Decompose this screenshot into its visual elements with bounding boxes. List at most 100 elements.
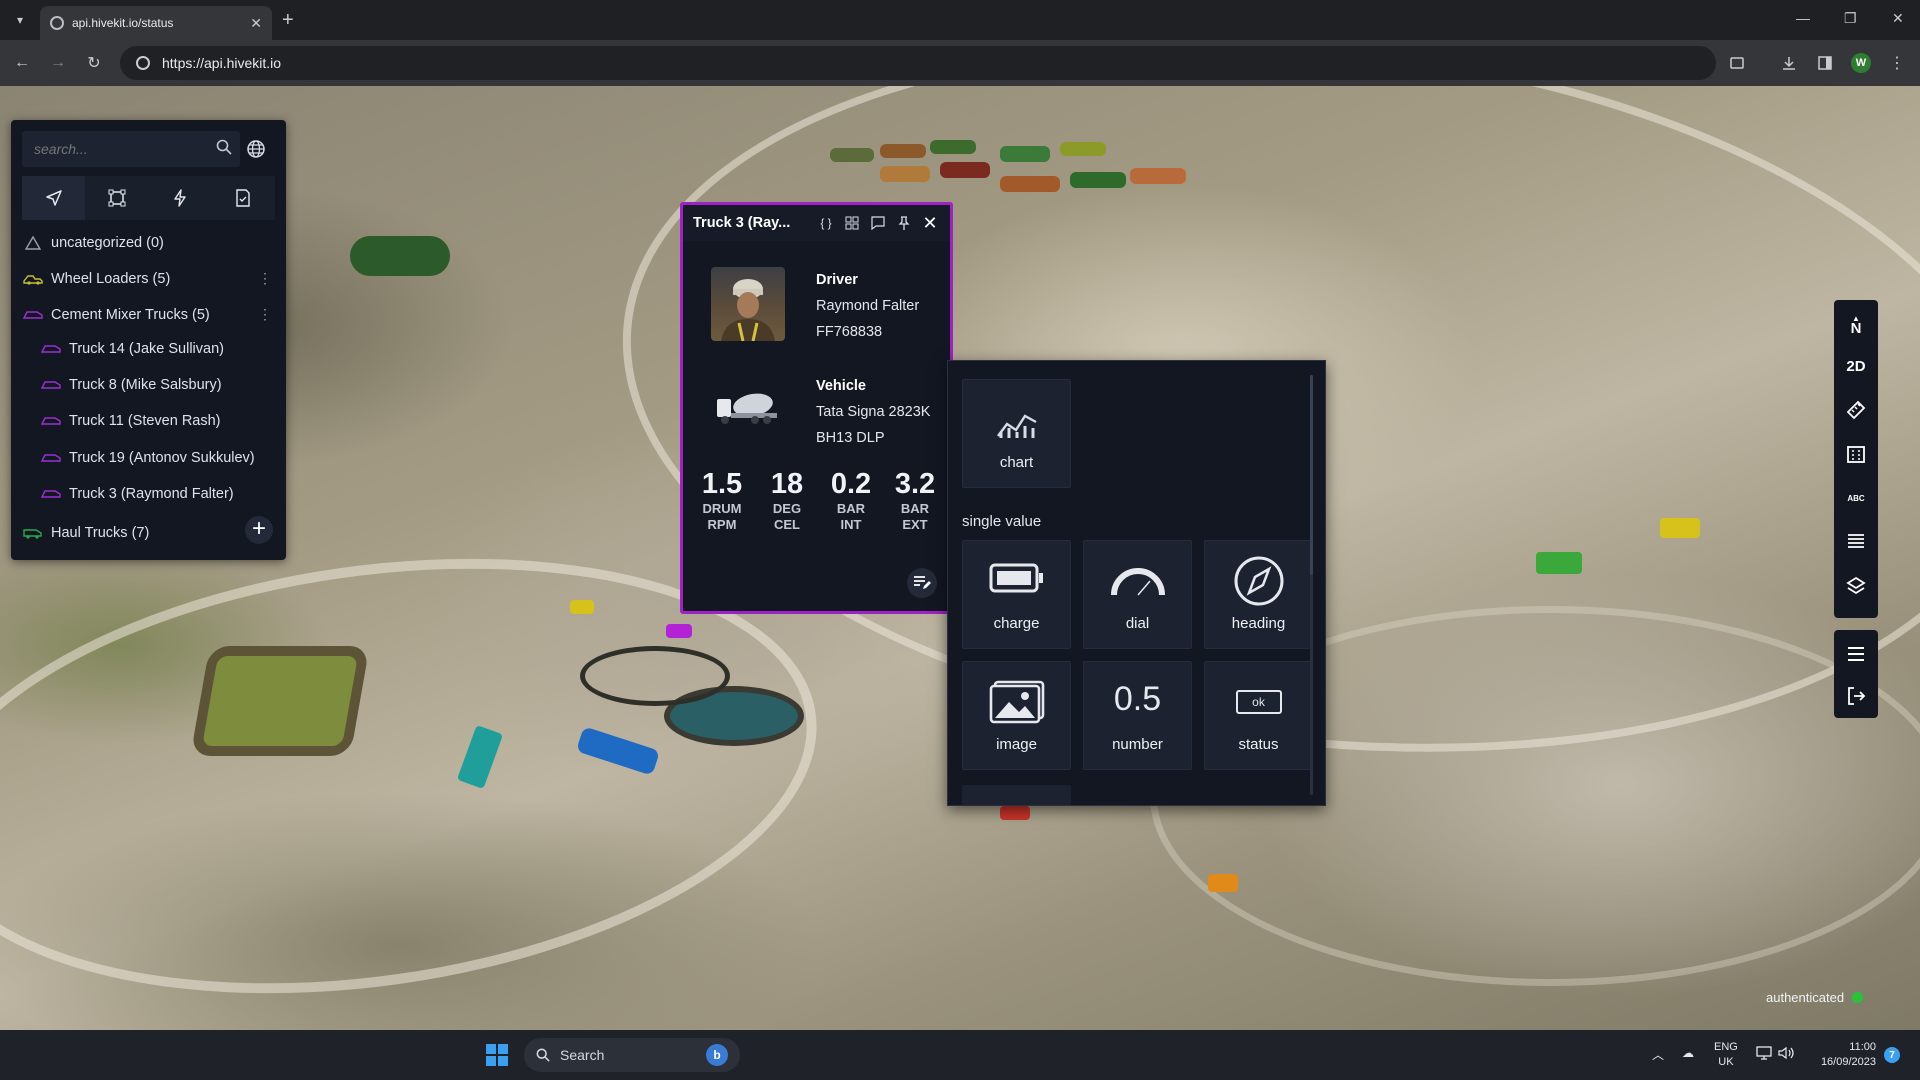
logout-button[interactable]: [1834, 678, 1878, 714]
picker-scrollbar[interactable]: [1310, 375, 1313, 795]
wheel-loader-marker[interactable]: [570, 600, 594, 614]
tree-group-wheel-loaders[interactable]: Wheel Loaders (5): [23, 264, 170, 294]
compass-icon: [1205, 556, 1312, 607]
grid-icon[interactable]: [842, 213, 862, 233]
close-tab-icon[interactable]: ✕: [250, 15, 262, 32]
side-panel-icon[interactable]: [1814, 52, 1836, 74]
onedrive-cloud-icon[interactable]: ☁: [1682, 1046, 1694, 1060]
tree-item-truck-3[interactable]: Truck 3 (Raymond Falter): [41, 479, 234, 509]
restore-window-icon[interactable]: ❐: [1844, 10, 1857, 27]
notification-badge[interactable]: 7: [1884, 1047, 1900, 1063]
message-icon[interactable]: [868, 213, 888, 233]
minimize-window-icon[interactable]: —: [1796, 10, 1810, 26]
tree-item-truck-11[interactable]: Truck 11 (Steven Rash): [41, 406, 221, 436]
labels-button[interactable]: ABC: [1834, 480, 1878, 516]
back-arrow-icon[interactable]: ←: [10, 51, 34, 75]
tab-tasks[interactable]: [211, 176, 275, 220]
north-compass-button[interactable]: ▲ N: [1834, 306, 1878, 342]
tree-item-label: Truck 3 (Raymond Falter): [69, 486, 234, 502]
haul-truck-marker[interactable]: [1536, 552, 1582, 574]
scrollbar-thumb[interactable]: [1310, 375, 1313, 575]
browser-tab-bar: ▾ api.hivekit.io/status ✕ + — ❐ ✕: [0, 0, 1920, 40]
forward-arrow-icon[interactable]: →: [46, 51, 70, 75]
language-indicator[interactable]: ENG UK: [1714, 1040, 1738, 1070]
widget-tile-chart[interactable]: chart: [962, 379, 1071, 488]
system-clock[interactable]: 11:00 16/09/2023: [1808, 1040, 1876, 1070]
widget-tile-status[interactable]: ok status: [1204, 661, 1313, 770]
reload-icon[interactable]: ↻: [82, 51, 106, 75]
bing-icon[interactable]: b: [706, 1044, 728, 1066]
battery-icon: [963, 563, 1070, 593]
tree-item-label: Truck 8 (Mike Salsbury): [69, 377, 222, 393]
driver-heading: Driver: [816, 272, 858, 288]
taskbar-search[interactable]: Search b: [524, 1038, 740, 1072]
globe-icon[interactable]: [243, 136, 269, 162]
line-chart-icon: [963, 402, 1070, 440]
measure-ruler-button[interactable]: [1834, 392, 1878, 428]
tree-item-label: Wheel Loaders (5): [51, 271, 171, 287]
vehicle-plate: BH13 DLP: [816, 430, 885, 446]
profile-avatar[interactable]: W: [1851, 53, 1871, 73]
tab-navigation[interactable]: [22, 176, 86, 220]
tab-list-chevron-icon[interactable]: ▾: [8, 8, 32, 32]
cement-mixer-menu-icon[interactable]: ⋮: [258, 306, 272, 323]
pin-icon[interactable]: [894, 213, 914, 233]
tab-areas[interactable]: [85, 176, 149, 220]
search-field[interactable]: [22, 131, 240, 167]
code-brackets-icon[interactable]: { }: [816, 213, 836, 233]
haul-truck-marker[interactable]: [1660, 518, 1700, 538]
list-view-button[interactable]: [1834, 524, 1878, 560]
taskbar-search-label: Search: [560, 1047, 605, 1063]
new-tab-plus-icon[interactable]: +: [282, 10, 294, 30]
wheel-loaders-menu-icon[interactable]: ⋮: [258, 270, 272, 287]
widget-tile-dial[interactable]: dial: [1083, 540, 1192, 649]
search-icon[interactable]: [216, 139, 232, 160]
tree-group-haul-trucks[interactable]: Haul Trucks (7): [23, 518, 149, 548]
windows-start-icon[interactable]: [486, 1044, 508, 1066]
browser-toolbar: ← → ↻ https://api.hivekit.io W ⋮: [0, 40, 1920, 86]
download-icon[interactable]: [1778, 52, 1800, 74]
widget-tile-charge[interactable]: charge: [962, 540, 1071, 649]
browser-tab[interactable]: api.hivekit.io/status ✕: [40, 6, 272, 40]
vehicle-model: Tata Signa 2823K: [816, 404, 931, 420]
gauge-icon: [1084, 563, 1191, 597]
volume-icon[interactable]: [1778, 1046, 1794, 1063]
metric-unit: INT: [840, 517, 862, 532]
network-icon[interactable]: [1756, 1046, 1772, 1063]
pond: [930, 140, 976, 154]
address-bar[interactable]: https://api.hivekit.io: [120, 46, 1716, 80]
tray-chevron-icon[interactable]: ︿: [1652, 1046, 1664, 1063]
search-input[interactable]: [34, 141, 216, 157]
edit-widgets-button[interactable]: [907, 568, 937, 598]
widget-tile-image[interactable]: image: [962, 661, 1071, 770]
close-icon[interactable]: ✕: [920, 213, 940, 233]
widget-tile-heading[interactable]: heading: [1204, 540, 1313, 649]
layers-button[interactable]: [1834, 568, 1878, 604]
tree-item-truck-14[interactable]: Truck 14 (Jake Sullivan): [41, 334, 224, 364]
number-sample: 0.5: [1084, 680, 1191, 719]
tree-item-truck-19[interactable]: Truck 19 (Antonov Sukkulev): [41, 443, 255, 473]
pond: [880, 166, 930, 182]
tab-events[interactable]: [148, 176, 212, 220]
wheel-loader-marker[interactable]: [1208, 874, 1238, 892]
extensions-icon[interactable]: [1726, 52, 1748, 74]
tree-item-label: Cement Mixer Trucks (5): [51, 307, 210, 323]
cement-mixer-marker[interactable]: [666, 624, 692, 638]
vehicle-marker[interactable]: [1000, 806, 1030, 820]
buildings-button[interactable]: [1834, 436, 1878, 472]
widget-tile-partial[interactable]: [962, 785, 1071, 805]
add-button[interactable]: +: [245, 516, 273, 544]
view-mode-button[interactable]: 2D: [1834, 348, 1878, 384]
metric-bar-ext: 3.2 BAR EXT: [886, 467, 944, 533]
metric-value: 18: [770, 468, 804, 500]
pond: [1000, 176, 1060, 192]
widget-tile-number[interactable]: 0.5 number: [1083, 661, 1192, 770]
panel-tabs: [22, 176, 275, 220]
tree-group-cement-mixer-trucks[interactable]: Cement Mixer Trucks (5): [23, 300, 210, 330]
browser-menu-icon[interactable]: ⋮: [1886, 52, 1908, 74]
tree-item-truck-8[interactable]: Truck 8 (Mike Salsbury): [41, 370, 222, 400]
close-window-icon[interactable]: ✕: [1892, 10, 1904, 27]
tree-item-uncategorized[interactable]: uncategorized (0): [23, 228, 164, 258]
hamburger-menu-button[interactable]: [1834, 636, 1878, 672]
site-info-icon[interactable]: [136, 56, 150, 70]
